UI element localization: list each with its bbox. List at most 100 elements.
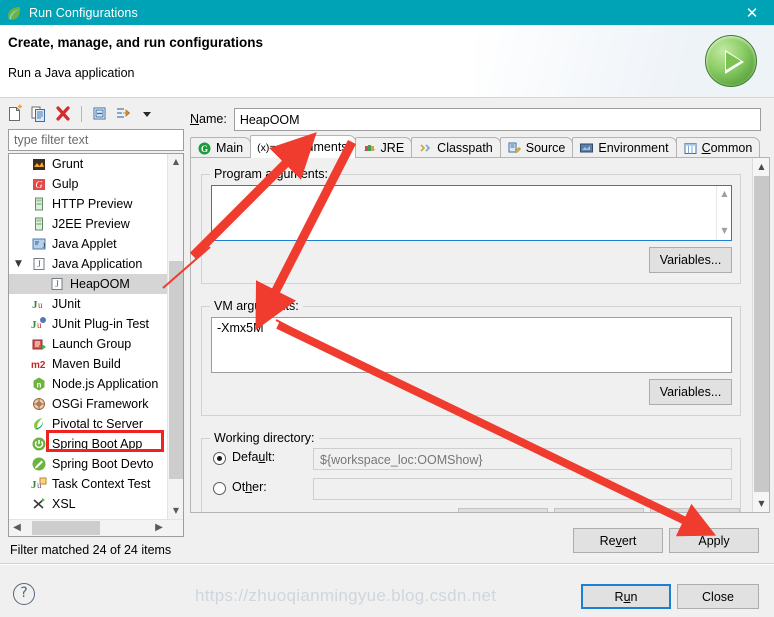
- working-directory-variables-button[interactable]: Variables...: [650, 508, 740, 512]
- tab-label: Source: [525, 141, 566, 155]
- tree-item-node-js-application[interactable]: n Node.js Application: [9, 374, 168, 394]
- tree-vertical-scrollbar[interactable]: ▲ ▼: [167, 154, 183, 519]
- tree-item-osgi-framework[interactable]: OSGi Framework: [9, 394, 168, 414]
- tree-item-java-applet[interactable]: J Java Applet: [9, 234, 168, 254]
- tab-classpath[interactable]: Classpath: [411, 137, 501, 158]
- window-titlebar: Run Configurations ✕: [0, 0, 774, 25]
- working-directory-default-radio[interactable]: [213, 452, 226, 465]
- tab-main[interactable]: G Main: [190, 137, 252, 158]
- tree-item-grunt[interactable]: Grunt: [9, 154, 168, 174]
- scroll-up-icon[interactable]: ▲: [753, 158, 770, 175]
- svg-text:m2: m2: [31, 360, 46, 371]
- close-icon[interactable]: ✕: [730, 0, 774, 25]
- tree-vscroll-thumb[interactable]: [169, 261, 183, 479]
- tree-item-spring-boot-app[interactable]: Spring Boot App: [9, 434, 168, 454]
- tree-item-label: XSL: [52, 497, 76, 511]
- tree-item-launch-group[interactable]: Launch Group: [9, 334, 168, 354]
- jre-tab-icon: [362, 141, 377, 156]
- server-icon: [31, 196, 47, 212]
- tree-item-label: Gulp: [52, 177, 79, 191]
- vm-arguments-variables-button[interactable]: Variables...: [649, 379, 732, 405]
- tree-item-label: Spring Boot App: [52, 437, 143, 451]
- classpath-tab-icon: [418, 141, 433, 156]
- scroll-down-icon[interactable]: ▼: [753, 495, 770, 512]
- tree-item-label: Spring Boot Devto: [52, 457, 154, 471]
- tab-arguments[interactable]: (x)= Arguments: [250, 135, 356, 158]
- tab-panel-scroll-thumb[interactable]: [754, 176, 769, 492]
- apply-button[interactable]: Apply: [669, 528, 759, 553]
- working-directory-workspace-button[interactable]: Workspace...: [458, 508, 548, 512]
- java-application-icon: J: [31, 256, 47, 272]
- osgi-icon: [31, 396, 47, 412]
- run-button[interactable]: Run: [581, 584, 671, 609]
- configurations-tree-list: Grunt G Gulp HTTP Preview J2EE Preview J Java …: [9, 154, 168, 514]
- question-mark-help-icon[interactable]: ?: [13, 583, 35, 605]
- tab-source[interactable]: Source: [499, 137, 574, 158]
- tab-common[interactable]: Common: [675, 137, 761, 158]
- vm-arguments-input[interactable]: -Xmx5M: [211, 317, 732, 373]
- program-arguments-group: Program arguments: ▲ ▼ Variables...: [201, 167, 741, 284]
- tree-item-label: Java Applet: [52, 237, 117, 251]
- chevron-down-icon[interactable]: [138, 104, 158, 124]
- page-title: Create, manage, and run configurations: [8, 35, 264, 50]
- window-title: Run Configurations: [29, 5, 138, 20]
- tree-horizontal-scrollbar[interactable]: ◀ ▶: [9, 519, 183, 536]
- revert-button[interactable]: Revert: [573, 528, 663, 553]
- arguments-tab-icon: (x)=: [257, 141, 276, 154]
- program-arguments-variables-button[interactable]: Variables...: [649, 247, 732, 273]
- page-subtitle: Run a Java application: [8, 66, 135, 80]
- working-directory-default-value: ${workspace_loc:OOMShow}: [313, 448, 732, 470]
- configuration-tabs: G Main (x)= Arguments JRE Classpath Source Envi…: [190, 135, 770, 158]
- working-directory-filesystem-button[interactable]: File System...: [554, 508, 644, 512]
- program-arguments-input[interactable]: ▲ ▼: [211, 185, 732, 241]
- new-configuration-icon[interactable]: [5, 104, 25, 124]
- collapse-all-icon[interactable]: [90, 104, 110, 124]
- tree-item-j2ee-preview[interactable]: J2EE Preview: [9, 214, 168, 234]
- xsl-icon: [31, 496, 47, 512]
- tree-item-java-application[interactable]: ▼ J Java Application: [9, 254, 168, 274]
- tree-item-pivotal-tc-server[interactable]: Pivotal tc Server: [9, 414, 168, 434]
- program-arguments-scrollbar[interactable]: ▲ ▼: [716, 186, 731, 240]
- scroll-down-icon[interactable]: ▼: [168, 503, 183, 519]
- tab-panel-scrollbar[interactable]: ▲ ▼: [752, 158, 769, 512]
- tree-item-task-context-test[interactable]: Ju Task Context Test: [9, 474, 168, 494]
- scroll-up-icon[interactable]: ▲: [717, 186, 731, 201]
- scroll-down-icon[interactable]: ▼: [717, 223, 731, 238]
- common-tab-icon: [683, 141, 698, 156]
- scroll-right-icon[interactable]: ▶: [151, 520, 167, 536]
- filter-input[interactable]: type filter text: [8, 129, 184, 151]
- vm-arguments-group: VM arguments: -Xmx5M Variables...: [201, 299, 741, 416]
- tree-hscroll-thumb[interactable]: [32, 521, 100, 535]
- tree-item-heapoom[interactable]: J HeapOOM: [9, 274, 168, 294]
- tree-item-junit-plug-in-test[interactable]: Ju JUnit Plug-in Test: [9, 314, 168, 334]
- tab-environment[interactable]: Environment: [572, 137, 677, 158]
- tree-item-http-preview[interactable]: HTTP Preview: [9, 194, 168, 214]
- tree-item-xsl[interactable]: XSL: [9, 494, 168, 514]
- tab-label: Classpath: [437, 141, 493, 155]
- scroll-left-icon[interactable]: ◀: [9, 520, 25, 536]
- tree-item-label: Node.js Application: [52, 377, 159, 391]
- tree-item-gulp[interactable]: G Gulp: [9, 174, 168, 194]
- scroll-up-icon[interactable]: ▲: [168, 154, 183, 170]
- working-directory-other-label: Other:: [232, 480, 267, 494]
- tab-jre[interactable]: JRE: [354, 137, 413, 158]
- tree-item-spring-boot-devto[interactable]: Spring Boot Devto: [9, 454, 168, 474]
- working-directory-other-value[interactable]: [313, 478, 732, 500]
- working-directory-other-radio[interactable]: [213, 482, 226, 495]
- duplicate-icon[interactable]: [29, 104, 49, 124]
- grunt-icon: [31, 156, 47, 172]
- filter-icon[interactable]: [114, 104, 134, 124]
- configuration-editor: Name: HeapOOM G Main (x)= Arguments JRE Class…: [190, 101, 770, 513]
- chevron-down-icon[interactable]: ▼: [15, 259, 25, 269]
- delete-icon[interactable]: [53, 104, 73, 124]
- gulp-icon: G: [31, 176, 47, 192]
- green-run-play-icon: [705, 35, 757, 87]
- close-button[interactable]: Close: [677, 584, 759, 609]
- name-input[interactable]: HeapOOM: [233, 107, 761, 131]
- main-tab-icon: G: [197, 141, 212, 156]
- junit-plugin-icon: Ju: [31, 316, 47, 332]
- tree-item-maven-build[interactable]: m2 Maven Build: [9, 354, 168, 374]
- tree-item-junit[interactable]: Ju JUnit: [9, 294, 168, 314]
- nodejs-icon: n: [31, 376, 47, 392]
- configurations-tree[interactable]: Grunt G Gulp HTTP Preview J2EE Preview J Java …: [8, 153, 184, 537]
